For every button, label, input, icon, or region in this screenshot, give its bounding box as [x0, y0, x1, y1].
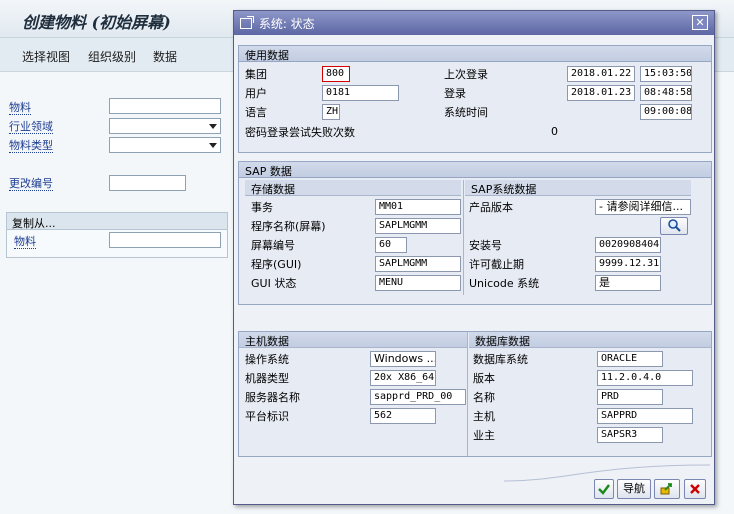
db-host-label: 主机: [473, 410, 495, 423]
server-name-field[interactable]: sapprd_PRD_00: [370, 389, 466, 405]
magnifier-icon[interactable]: [660, 217, 688, 235]
screen-number-label: 屏幕编号: [251, 239, 295, 252]
industry-label: 行业领域: [9, 120, 53, 134]
db-owner-label: 业主: [473, 429, 495, 442]
prev-logon-time[interactable]: 15:03:50: [640, 66, 692, 82]
unicode-label: Unicode 系统: [469, 277, 540, 290]
db-owner-field[interactable]: SAPSR3: [597, 427, 663, 443]
prev-logon-label: 上次登录: [444, 68, 488, 81]
install-number-field[interactable]: 0020908404: [595, 237, 661, 253]
divider: [467, 332, 468, 456]
gui-status-field[interactable]: MENU: [375, 275, 461, 291]
material-type-select[interactable]: [109, 137, 221, 153]
sap-data-header: SAP 数据: [239, 162, 711, 178]
usage-data-header: 使用数据: [239, 46, 711, 62]
logon-date[interactable]: 2018.01.23: [567, 85, 635, 101]
divider: [463, 180, 464, 295]
screen-number-field[interactable]: 60: [375, 237, 407, 253]
db-release-field[interactable]: 11.2.0.4.0: [597, 370, 693, 386]
logon-label: 登录: [444, 87, 466, 100]
chevron-down-icon: [209, 143, 217, 148]
host-db-group: 主机数据 数据库数据 操作系统 Windows ... 机器类型 20x X86…: [238, 331, 712, 457]
failed-logons-label: 密码登录尝试失败次数: [245, 126, 355, 139]
db-system-label: 数据库系统: [473, 353, 528, 366]
status-dialog: 系统: 状态 ✕ 使用数据 集团 800 用户 0181 语言 ZH 密码登录尝…: [233, 10, 715, 505]
user-label: 用户: [245, 87, 267, 100]
change-number-input[interactable]: [109, 175, 186, 191]
db-host-field[interactable]: SAPPRD: [597, 408, 693, 424]
dialog-title-bar[interactable]: 系统: 状态 ✕: [234, 11, 714, 35]
program-gui-field[interactable]: SAPLMGMM: [375, 256, 461, 272]
license-expiry-label: 许可截止期: [469, 258, 524, 271]
server-name-label: 服务器名称: [245, 391, 300, 404]
machine-type-field[interactable]: 20x X86_64: [370, 370, 436, 386]
client-label: 集团: [245, 68, 267, 81]
navigate-icon[interactable]: [654, 479, 680, 499]
unicode-field[interactable]: 是: [595, 275, 661, 291]
logon-time[interactable]: 08:48:58: [640, 85, 692, 101]
transaction-field[interactable]: MM01: [375, 199, 461, 215]
db-system-field[interactable]: ORACLE: [597, 351, 663, 367]
system-time[interactable]: 09:00:08: [640, 104, 692, 120]
menu-org-levels[interactable]: 组织级别: [88, 48, 136, 65]
navigate-button[interactable]: 导航: [617, 479, 651, 499]
program-gui-label: 程序(GUI): [251, 258, 302, 271]
db-name-label: 名称: [473, 391, 495, 404]
failed-logons-value: 0: [551, 125, 558, 138]
check-icon[interactable]: [594, 479, 614, 499]
os-label: 操作系统: [245, 353, 289, 366]
program-screen-label: 程序名称(屏幕): [251, 220, 326, 233]
material-input[interactable]: [109, 98, 221, 114]
gui-status-label: GUI 状态: [251, 277, 297, 290]
db-name-field[interactable]: PRD: [597, 389, 663, 405]
page-title: 创建物料 (初始屏幕): [22, 13, 171, 32]
sap-data-group: SAP 数据 存储数据 SAP系统数据 事务 MM01 程序名称(屏幕) SAP…: [238, 161, 712, 305]
license-expiry-field[interactable]: 9999.12.31: [595, 256, 661, 272]
sap-system-data-header: SAP系统数据: [465, 180, 691, 196]
transaction-label: 事务: [251, 201, 273, 214]
usage-data-group: 使用数据 集团 800 用户 0181 语言 ZH 密码登录尝试失败次数 0 上…: [238, 45, 712, 153]
os-field[interactable]: Windows ...: [370, 351, 436, 367]
prev-logon-date[interactable]: 2018.01.22: [567, 66, 635, 82]
copy-material-label: 物料: [14, 235, 36, 249]
system-time-label: 系统时间: [444, 106, 488, 119]
chevron-down-icon: [209, 124, 217, 129]
user-field[interactable]: 0181: [322, 85, 399, 101]
client-field[interactable]: 800: [322, 66, 350, 82]
menu-data[interactable]: 数据: [153, 48, 177, 65]
copy-material-input[interactable]: [109, 232, 221, 248]
platform-id-label: 平台标识: [245, 410, 289, 423]
install-number-label: 安装号: [469, 239, 502, 252]
machine-type-label: 机器类型: [245, 372, 289, 385]
menu-select-views[interactable]: 选择视图: [22, 48, 70, 65]
dialog-title: 系统: 状态: [258, 17, 315, 31]
host-data-header: 主机数据: [239, 332, 467, 348]
product-version-label: 产品版本: [469, 201, 513, 214]
industry-select[interactable]: [109, 118, 221, 134]
db-release-label: 版本: [473, 372, 495, 385]
copy-from-header: 复制从...: [7, 213, 227, 230]
repository-data-header: 存储数据: [245, 180, 461, 196]
cancel-icon[interactable]: [684, 479, 706, 499]
window-icon: [240, 16, 254, 29]
material-label: 物料: [9, 101, 31, 115]
product-version-field[interactable]: - 请参阅详细信...: [595, 199, 691, 215]
platform-id-field[interactable]: 562: [370, 408, 436, 424]
db-data-header: 数据库数据: [469, 332, 711, 348]
close-icon[interactable]: ✕: [692, 15, 708, 30]
material-type-label: 物料类型: [9, 139, 53, 153]
language-label: 语言: [245, 106, 267, 119]
language-field[interactable]: ZH: [322, 104, 340, 120]
program-screen-field[interactable]: SAPLMGMM: [375, 218, 461, 234]
change-number-label: 更改编号: [9, 177, 53, 191]
